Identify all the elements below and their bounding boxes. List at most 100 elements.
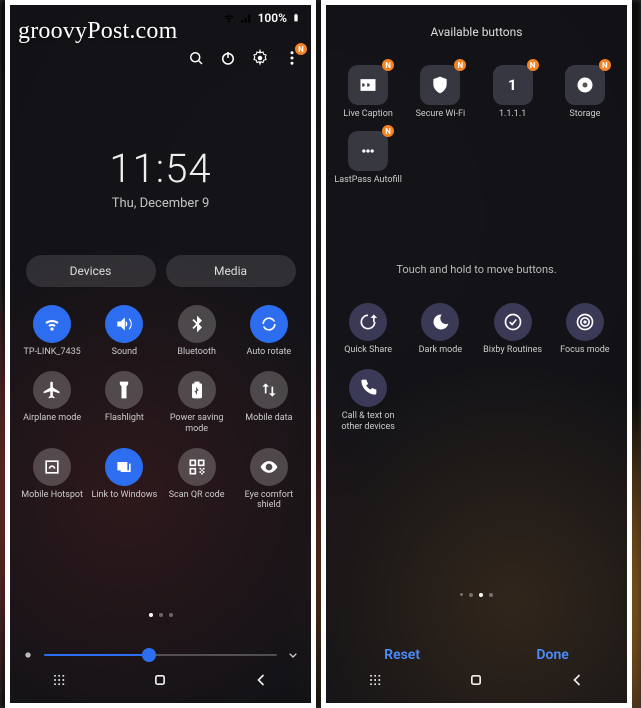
- media-pill[interactable]: Media: [166, 255, 296, 287]
- done-button[interactable]: Done: [536, 647, 568, 663]
- qs-power-saving[interactable]: Power saving mode: [161, 371, 233, 434]
- power-icon: [219, 49, 237, 67]
- hotspot-label: Mobile Hotspot: [21, 490, 83, 500]
- wifi-icon: [42, 314, 62, 334]
- eye-comfort-label: Eye comfort shield: [235, 490, 303, 511]
- more-button[interactable]: N: [283, 49, 301, 71]
- sound-toggle[interactable]: [105, 305, 143, 343]
- available-storage[interactable]: NStorage: [549, 65, 621, 119]
- edit-hint: Touch and hold to move buttons.: [326, 263, 627, 276]
- back-button[interactable]: [567, 670, 587, 694]
- mobile-data-toggle[interactable]: [250, 371, 288, 409]
- new-badge: N: [382, 59, 394, 71]
- rotate-icon: [259, 314, 279, 334]
- hotspot-toggle[interactable]: [33, 448, 71, 486]
- qs-airplane[interactable]: Airplane mode: [16, 371, 88, 434]
- edit-bixby[interactable]: Bixby Routines: [477, 303, 549, 355]
- edit-quick-share[interactable]: Quick Share: [332, 303, 404, 355]
- auto-rotate-label: Auto rotate: [247, 347, 292, 357]
- available-live-caption[interactable]: N Live Caption: [332, 65, 404, 119]
- navigation-bar: [326, 667, 627, 697]
- call-text-toggle[interactable]: [349, 369, 387, 407]
- recents-button[interactable]: [50, 670, 70, 694]
- edit-page-indicator: [326, 593, 627, 597]
- qs-sound[interactable]: Sound: [88, 305, 160, 357]
- edit-footer: Reset Done: [326, 647, 627, 663]
- power-saving-label: Power saving mode: [163, 413, 231, 434]
- scan-qr-label: Scan QR code: [169, 490, 225, 500]
- link-icon: [114, 457, 134, 477]
- sound-icon: [114, 314, 134, 334]
- call-text-label: Call & text on other devices: [334, 411, 402, 432]
- new-badge: N: [527, 59, 539, 71]
- qs-mobile-data[interactable]: Mobile data: [233, 371, 305, 434]
- edit-grid: Quick ShareDark modeBixby RoutinesFocus …: [326, 303, 627, 432]
- qs-link-windows[interactable]: Link to Windows: [88, 448, 160, 511]
- eye-icon: [259, 457, 279, 477]
- mobile-data-label: Mobile data: [245, 413, 292, 423]
- header-icons: N: [187, 49, 301, 71]
- power-button[interactable]: [219, 49, 237, 71]
- devices-pill[interactable]: Devices: [26, 255, 156, 287]
- settings-button[interactable]: [251, 49, 269, 71]
- new-badge: N: [295, 43, 307, 55]
- flashlight-toggle[interactable]: [105, 371, 143, 409]
- edit-focus-mode[interactable]: Focus mode: [549, 303, 621, 355]
- available-buttons-title: Available buttons: [326, 25, 627, 39]
- live-caption-label: Live Caption: [343, 109, 392, 119]
- auto-rotate-toggle[interactable]: [250, 305, 288, 343]
- share-icon: [358, 312, 378, 332]
- target-icon: [575, 312, 595, 332]
- edit-call-text[interactable]: Call & text on other devices: [332, 369, 404, 432]
- brightness-slider[interactable]: [20, 647, 301, 663]
- 1111-tile[interactable]: N: [493, 65, 533, 105]
- data-icon: [259, 380, 279, 400]
- qs-scan-qr[interactable]: Scan QR code: [161, 448, 233, 511]
- qs-bluetooth[interactable]: Bluetooth: [161, 305, 233, 357]
- available-lastpass[interactable]: NLastPass Autofill: [332, 131, 404, 185]
- clock-date: Thu, December 9: [10, 196, 311, 211]
- dark-mode-toggle[interactable]: [421, 303, 459, 341]
- search-button[interactable]: [187, 49, 205, 71]
- recents-button[interactable]: [366, 670, 386, 694]
- live-caption-tile[interactable]: N: [348, 65, 388, 105]
- flashlight-label: Flashlight: [105, 413, 144, 423]
- qs-wifi[interactable]: TP-LINK_7435: [16, 305, 88, 357]
- new-badge: N: [599, 59, 611, 71]
- qs-auto-rotate[interactable]: Auto rotate: [233, 305, 305, 357]
- available-secure-wifi[interactable]: NSecure Wi-Fi: [404, 65, 476, 119]
- eye-comfort-toggle[interactable]: [250, 448, 288, 486]
- brightness-thumb[interactable]: [142, 648, 156, 662]
- secure-wifi-tile[interactable]: N: [420, 65, 460, 105]
- 1111-label: 1.1.1.1: [499, 109, 526, 119]
- focus-mode-toggle[interactable]: [566, 303, 604, 341]
- reset-button[interactable]: Reset: [384, 647, 420, 663]
- edit-dark-mode[interactable]: Dark mode: [404, 303, 476, 355]
- brightness-track[interactable]: [44, 654, 277, 656]
- available-1111[interactable]: N 1.1.1.1: [477, 65, 549, 119]
- bluetooth-toggle[interactable]: [178, 305, 216, 343]
- home-button[interactable]: [150, 670, 170, 694]
- scan-qr-toggle[interactable]: [178, 448, 216, 486]
- power-saving-toggle[interactable]: [178, 371, 216, 409]
- lastpass-tile[interactable]: N: [348, 131, 388, 171]
- airplane-toggle[interactable]: [33, 371, 71, 409]
- expand-brightness-icon[interactable]: [285, 647, 301, 663]
- qs-flashlight[interactable]: Flashlight: [88, 371, 160, 434]
- storage-tile[interactable]: N: [565, 65, 605, 105]
- moon-icon: [430, 312, 450, 332]
- qs-hotspot[interactable]: Mobile Hotspot: [16, 448, 88, 511]
- battery-icon: [187, 380, 207, 400]
- qs-eye-comfort[interactable]: Eye comfort shield: [233, 448, 305, 511]
- dots-icon: [358, 141, 378, 161]
- new-badge: N: [454, 59, 466, 71]
- quick-share-toggle[interactable]: [349, 303, 387, 341]
- sound-label: Sound: [112, 347, 137, 357]
- wifi-toggle[interactable]: [33, 305, 71, 343]
- bixby-toggle[interactable]: [494, 303, 532, 341]
- status-bar: 100%: [222, 11, 301, 25]
- home-button[interactable]: [466, 670, 486, 694]
- back-button[interactable]: [251, 670, 271, 694]
- search-icon: [187, 49, 205, 67]
- link-windows-toggle[interactable]: [105, 448, 143, 486]
